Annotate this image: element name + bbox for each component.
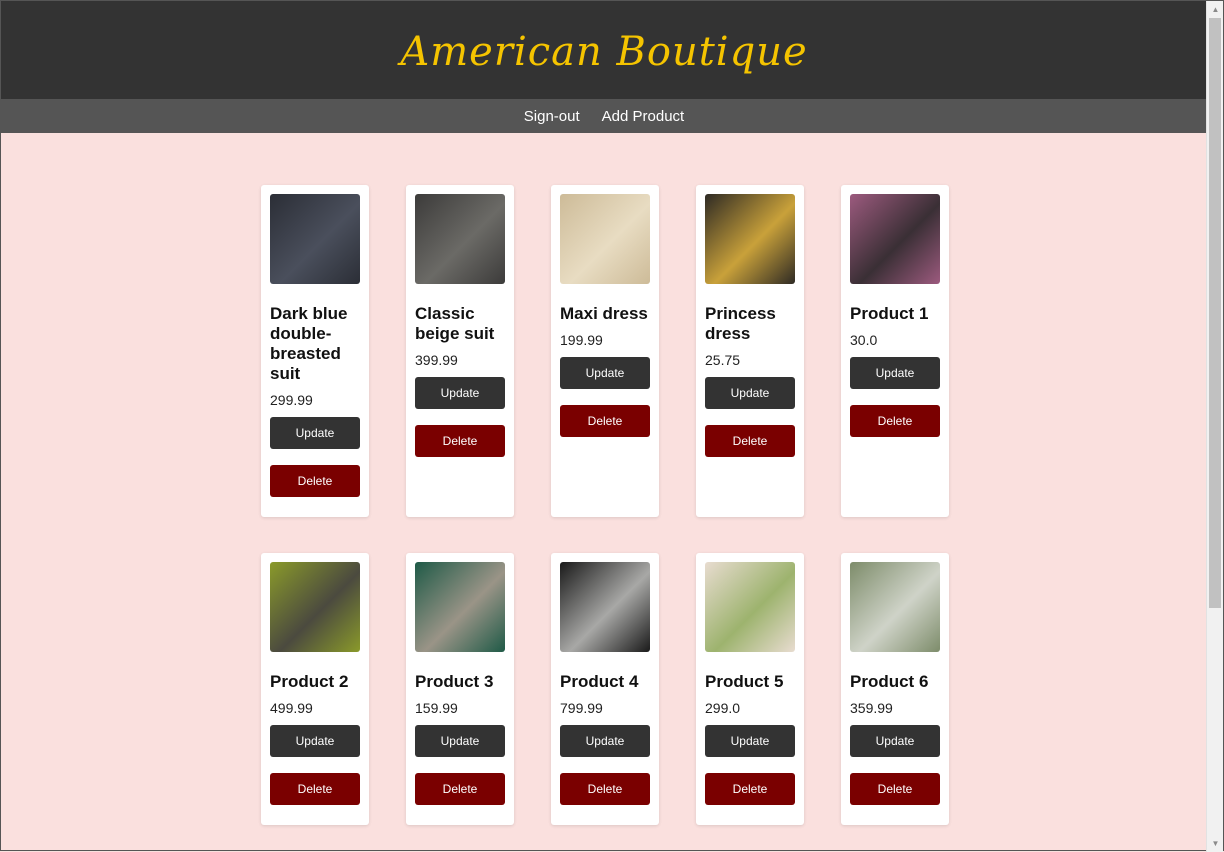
product-name: Product 6 — [850, 672, 929, 691]
checked-suit-photo — [415, 194, 505, 284]
update-button[interactable]: Update — [270, 725, 360, 757]
update-button[interactable]: Update — [270, 417, 360, 449]
product-card: Product 5 299.0 Update Delete — [696, 553, 804, 825]
product-price: 399.99 — [415, 352, 458, 368]
product-name: Product 5 — [705, 672, 784, 691]
product-name: Dark blue double-breasted suit — [270, 304, 348, 383]
scroll-down-icon[interactable]: ▼ — [1207, 835, 1224, 852]
product-price: 359.99 — [850, 700, 893, 716]
product-price: 199.99 — [560, 332, 603, 348]
delete-button[interactable]: Delete — [850, 773, 940, 805]
delete-button[interactable]: Delete — [850, 405, 940, 437]
delete-button[interactable]: Delete — [415, 425, 505, 457]
brand-logo[interactable]: American Boutique — [400, 29, 807, 75]
top-nav: Sign-out Add Product — [1, 99, 1207, 133]
run-hoodie-photo — [560, 562, 650, 652]
dark-suit-photo — [270, 194, 360, 284]
update-button[interactable]: Update — [705, 725, 795, 757]
product-price: 299.99 — [270, 392, 313, 408]
delete-button[interactable]: Delete — [270, 773, 360, 805]
update-button[interactable]: Update — [560, 357, 650, 389]
product-card: Product 4 799.99 Update Delete — [551, 553, 659, 825]
delete-button[interactable]: Delete — [415, 773, 505, 805]
product-card: Dark blue double-breasted suit 299.99 Upda… — [261, 185, 369, 517]
product-price: 799.99 — [560, 700, 603, 716]
product-card: Product 6 359.99 Update Delete — [841, 553, 949, 825]
update-button[interactable]: Update — [415, 725, 505, 757]
product-name: Product 1 — [850, 304, 929, 323]
green-fur-coat-photo — [415, 562, 505, 652]
product-name: Product 3 — [415, 672, 494, 691]
sequin-dress-photo — [560, 194, 650, 284]
delete-button[interactable]: Delete — [560, 405, 650, 437]
product-card: Product 1 30.0 Update Delete — [841, 185, 949, 517]
product-card: Product 3 159.99 Update Delete — [406, 553, 514, 825]
product-name: Maxi dress — [560, 304, 648, 323]
update-button[interactable]: Update — [415, 377, 505, 409]
product-name: Classic beige suit — [415, 304, 495, 343]
product-card: Maxi dress 199.99 Update Delete — [551, 185, 659, 517]
product-name: Product 2 — [270, 672, 349, 691]
scroll-up-icon[interactable]: ▲ — [1207, 1, 1224, 18]
update-button[interactable]: Update — [705, 377, 795, 409]
site-header: American Boutique — [1, 1, 1207, 99]
product-grid: Dark blue double-breasted suit 299.99 Upda… — [261, 185, 961, 825]
product-card: Classic beige suit 399.99 Update Delete — [406, 185, 514, 517]
product-price: 30.0 — [850, 332, 878, 348]
product-name: Product 4 — [560, 672, 639, 691]
delete-button[interactable]: Delete — [705, 425, 795, 457]
girl-dress-photo — [705, 194, 795, 284]
update-button[interactable]: Update — [560, 725, 650, 757]
green-dress-photo — [270, 562, 360, 652]
olive-blazer-photo — [850, 562, 940, 652]
delete-button[interactable]: Delete — [270, 465, 360, 497]
bridal-bouquet-photo — [705, 562, 795, 652]
product-price: 299.0 — [705, 700, 741, 716]
nav-signout[interactable]: Sign-out — [524, 108, 580, 125]
pink-suit-photo — [850, 194, 940, 284]
product-price: 25.75 — [705, 352, 741, 368]
scroll-thumb[interactable] — [1209, 18, 1221, 608]
product-card: Princess dress 25.75 Update Delete — [696, 185, 804, 517]
delete-button[interactable]: Delete — [560, 773, 650, 805]
delete-button[interactable]: Delete — [705, 773, 795, 805]
nav-add-product[interactable]: Add Product — [602, 108, 685, 125]
update-button[interactable]: Update — [850, 725, 940, 757]
product-card: Product 2 499.99 Update Delete — [261, 553, 369, 825]
product-name: Princess dress — [705, 304, 776, 343]
product-price: 159.99 — [415, 700, 458, 716]
vertical-scrollbar[interactable]: ▲ ▼ — [1206, 1, 1223, 852]
product-price: 499.99 — [270, 700, 313, 716]
update-button[interactable]: Update — [850, 357, 940, 389]
